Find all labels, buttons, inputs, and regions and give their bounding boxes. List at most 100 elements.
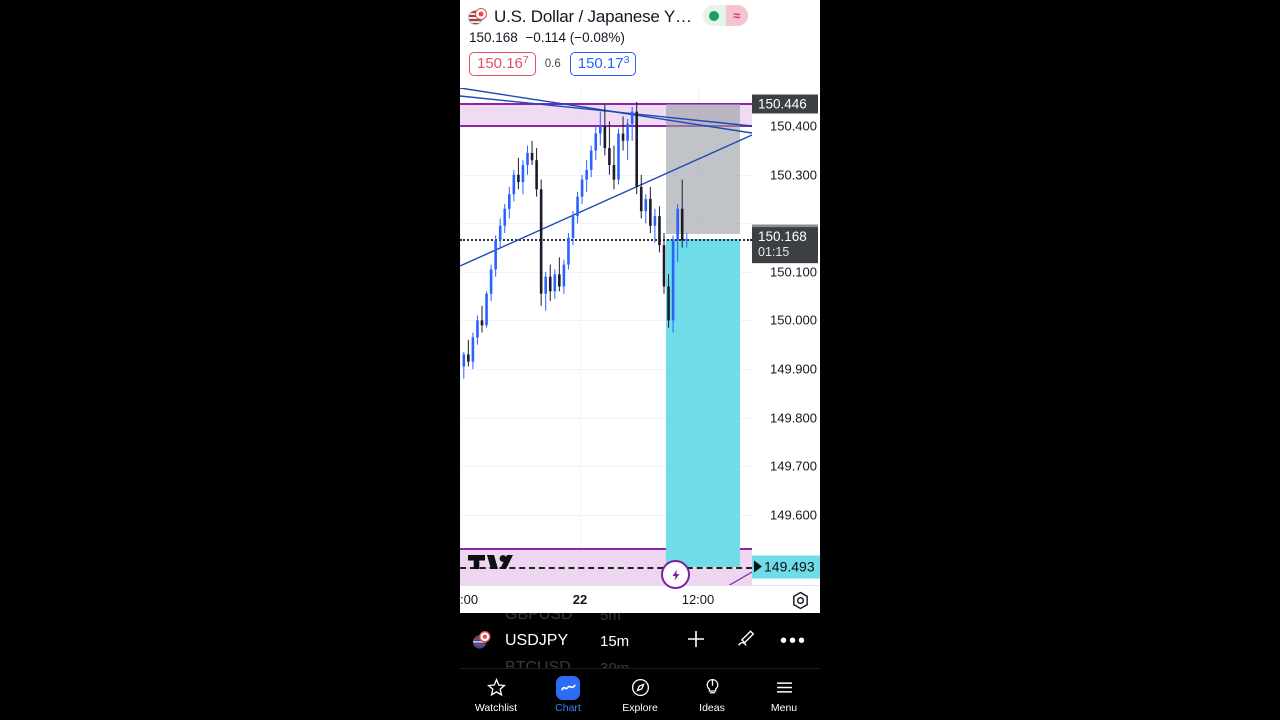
nav-item-chart[interactable]: Chart [532,675,604,714]
candle-body [612,165,616,180]
compass-icon [630,677,651,699]
price-tick: 149.700 [770,458,817,474]
chart-header: U.S. Dollar / Japanese Y… ≈ 150.168 −0.1… [460,0,820,88]
candle-body [639,186,643,212]
candle-body [480,320,484,326]
nav-item-explore[interactable]: Explore [604,677,676,714]
candle-body [589,150,593,170]
nav-item-menu[interactable]: Menu [748,677,820,714]
candle-body [685,238,689,241]
candle-body [621,133,625,141]
pencil-icon[interactable] [735,628,757,655]
candle-body [680,208,684,241]
time-tick: :00 [460,592,479,607]
strip-symbol-prev: GBPUSD [505,613,573,623]
chart-style-icon[interactable]: ≈ [725,5,748,26]
candle-body [667,286,670,321]
candle-body [489,269,493,294]
candle-body [608,148,611,166]
strip-row-current[interactable]: USDJPY 15m ••• [460,627,820,655]
candle-body [662,245,666,287]
candle-body [467,354,470,362]
lightning-alert-icon[interactable] [661,560,690,589]
candle-body [517,174,520,183]
hamburger-icon [774,677,795,699]
candle-body [571,216,575,238]
market-status-pill[interactable]: ≈ [703,5,748,26]
phone-viewport: 150.600150.500150.400150.300150.100150.0… [460,0,820,720]
candle-body [558,274,561,287]
candle-body [503,208,507,226]
candle-body [635,111,638,187]
bid-value: 150.16 [477,55,523,72]
candle-body [521,165,525,183]
nav-item-watchlist[interactable]: Watchlist [460,677,532,714]
candle-body [539,189,543,294]
bid-value-sup: 7 [522,54,529,66]
price-tick: 150.300 [770,167,817,183]
symbol-title[interactable]: U.S. Dollar / Japanese Y… [494,7,692,27]
resistance-price-tag[interactable]: 150.446 [752,94,818,114]
candle-body [594,133,598,151]
candle-body [535,160,538,190]
candle-body [630,111,634,124]
candle-body [462,354,466,367]
nav-item-ideas[interactable]: Ideas [676,677,748,714]
ask-value-sup: 3 [623,54,630,66]
price-tick: 150.100 [770,264,817,280]
candle-body [658,216,661,246]
strip-timeframe-current[interactable]: 15m [600,633,629,650]
candle-body [530,152,534,161]
last-price: 150.168 [469,30,518,45]
nav-label-watchlist: Watchlist [474,701,518,714]
candle-body [576,196,579,217]
bid-button[interactable]: 150.16 7 [469,52,536,76]
candle-body [508,194,511,209]
add-icon[interactable] [685,628,707,655]
take-profit-price-tag[interactable]: 149.493 [752,555,820,579]
price-tick: 150.000 [770,312,817,328]
target-arrow-icon [754,560,762,573]
tradingview-logo [468,551,514,571]
symbol-row[interactable]: U.S. Dollar / Japanese Y… [468,6,692,28]
price-tick: 149.800 [770,410,817,425]
candle-body [676,208,679,241]
candle-body [585,169,588,180]
time-scale[interactable]: :00 22 12:00 [460,585,820,614]
target-price-value: 149.493 [764,558,815,575]
candle-body [548,276,552,292]
nav-label-explore: Explore [622,701,658,714]
strip-symbol-next: BTCUSD [505,659,571,668]
bottom-nav: Watchlist Chart Explore Ideas Menu [460,668,820,720]
candle-body [617,133,620,180]
time-tick: 12:00 [681,592,715,607]
candle-body [580,179,584,197]
candle-body [544,276,547,294]
screen: 150.600150.500150.400150.300150.100150.0… [0,0,1280,720]
chart-settings-icon[interactable] [791,591,810,610]
candle-body [553,274,557,292]
symbol-strip[interactable]: GBPUSD 5m USDJPY 15m ••• BTCUSD 30m [460,613,820,668]
candle-body [512,174,516,195]
nav-label-chart: Chart [555,701,581,714]
strip-symbol-current[interactable]: USDJPY [505,632,568,650]
candle-body [653,216,657,226]
candle-body [476,320,479,338]
strip-timeframe-prev: 5m [600,613,621,624]
candle-body [494,240,497,270]
candle-body [603,126,607,149]
star-icon [486,677,507,699]
usdjpy-flag-icon-strip [472,630,491,650]
candle-body [599,126,602,134]
ask-button[interactable]: 150.17 3 [569,52,637,76]
last-price-tag[interactable]: 150.168 01:15 [752,227,818,263]
price-tick: 150.400 [770,118,817,134]
candle-body [562,264,566,287]
chart-line-icon [556,675,580,700]
more-dots-icon[interactable]: ••• [780,631,807,651]
strip-row-next[interactable]: BTCUSD 30m [460,654,820,668]
spread-value: 0.6 [544,57,561,70]
quote-line: 150.168 −0.114 (−0.08%) [469,30,625,45]
nav-label-menu: Menu [770,701,798,714]
candle-body [526,152,529,166]
